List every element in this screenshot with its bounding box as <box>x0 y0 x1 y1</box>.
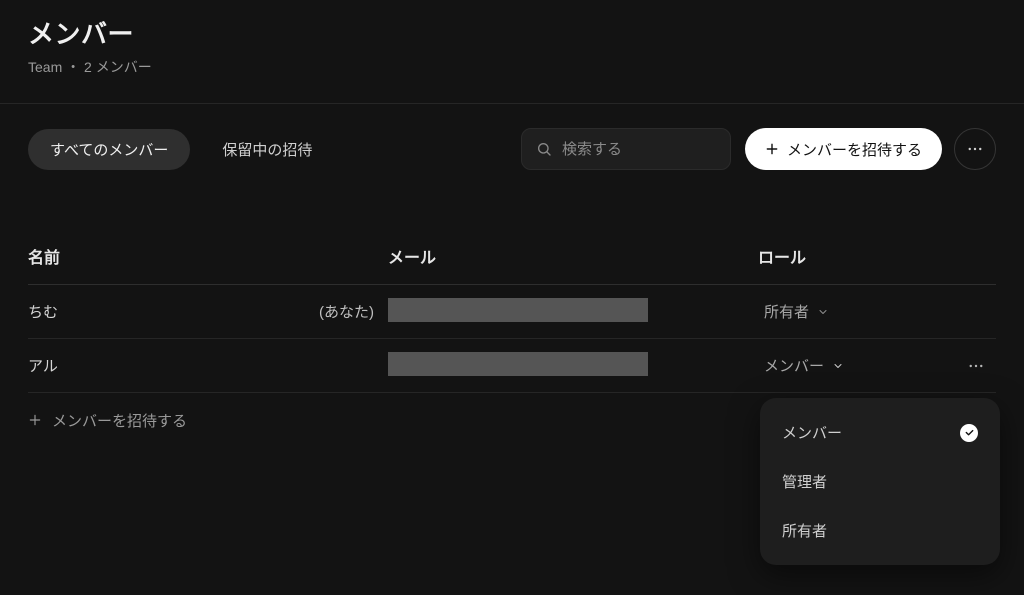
member-name: アル <box>28 355 58 376</box>
plus-icon <box>765 142 779 156</box>
role-option-member[interactable]: メンバー <box>760 408 1000 457</box>
member-role-label: 所有者 <box>764 301 809 322</box>
table-header: 名前 メール ロール <box>28 244 996 285</box>
search-box[interactable] <box>521 128 731 170</box>
toolbar: すべてのメンバー 保留中の招待 メンバーを招待する <box>28 104 996 194</box>
more-actions-button[interactable] <box>954 128 996 170</box>
check-circle-icon <box>960 424 978 442</box>
row-more-button[interactable] <box>956 357 996 375</box>
chevron-down-icon <box>817 306 829 318</box>
more-horizontal-icon <box>966 140 984 158</box>
column-role: ロール <box>758 244 956 268</box>
plus-icon <box>28 413 42 427</box>
page-subtitle: Team ・ 2 メンバー <box>28 57 996 77</box>
role-option-label: メンバー <box>782 422 842 443</box>
member-email-redacted <box>388 298 648 322</box>
invite-member-button-label: メンバーを招待する <box>787 139 922 160</box>
member-role-select[interactable]: メンバー <box>758 355 956 376</box>
tabs: すべてのメンバー 保留中の招待 <box>28 129 334 170</box>
member-name: ちむ <box>28 301 58 322</box>
role-option-label: 管理者 <box>782 471 827 492</box>
role-dropdown: メンバー 管理者 所有者 <box>760 398 1000 565</box>
column-name: 名前 <box>28 244 388 268</box>
role-option-label: 所有者 <box>782 520 827 541</box>
chevron-down-icon <box>832 360 844 372</box>
member-role-label: メンバー <box>764 355 824 376</box>
search-input[interactable] <box>562 141 716 158</box>
table-row: アル メンバー <box>28 339 996 393</box>
page-header: メンバー Team ・ 2 メンバー <box>28 0 996 103</box>
invite-member-row-label: メンバーを招待する <box>52 410 187 431</box>
role-option-owner[interactable]: 所有者 <box>760 506 1000 555</box>
table-row: ちむ (あなた) 所有者 <box>28 285 996 339</box>
more-horizontal-icon <box>967 357 985 375</box>
member-email-redacted <box>388 352 648 376</box>
invite-member-button[interactable]: メンバーを招待する <box>745 128 942 170</box>
member-role-select[interactable]: 所有者 <box>758 301 956 322</box>
member-you-tag: (あなた) <box>319 301 388 322</box>
tab-pending-invites[interactable]: 保留中の招待 <box>200 129 334 170</box>
tab-all-members[interactable]: すべてのメンバー <box>28 129 190 170</box>
search-icon <box>536 141 552 157</box>
column-email: メール <box>388 244 758 268</box>
page-title: メンバー <box>28 14 996 51</box>
role-option-admin[interactable]: 管理者 <box>760 457 1000 506</box>
